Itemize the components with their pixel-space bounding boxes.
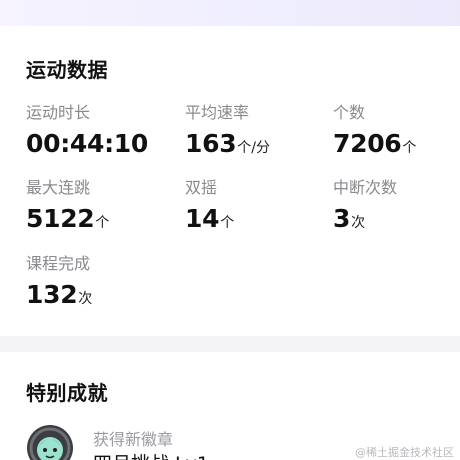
stat-label: 双摇 (185, 178, 218, 197)
stats-section-title: 运动数据 (26, 58, 108, 82)
badge-subtitle: 获得新徽章 (93, 430, 174, 449)
stat-courses-completed: 课程完成 132次 (26, 255, 92, 314)
watermark: @稀土掘金技术社区 (355, 446, 454, 459)
stat-unit: 个/分 (237, 140, 271, 156)
top-banner-strip (0, 0, 460, 26)
stat-interruptions: 中断次数 3次 (333, 179, 397, 238)
stat-max-consecutive: 最大连跳 5122个 (26, 179, 109, 238)
stat-value: 5122 (26, 204, 95, 233)
stat-label: 课程完成 (26, 254, 91, 273)
stat-label: 中断次数 (333, 178, 398, 197)
stat-value: 00:44:10 (26, 129, 148, 158)
stat-unit: 个 (220, 215, 235, 231)
stat-label: 平均速率 (185, 103, 250, 122)
stat-average-rate: 平均速率 163个/分 (185, 104, 270, 163)
stat-unit: 个 (95, 215, 110, 231)
stat-count: 个数 7206个 (333, 104, 416, 163)
badge-name[interactable]: 四月挑战 Lv1 (93, 449, 209, 460)
stat-unit: 次 (351, 215, 366, 231)
stat-value: 7206 (333, 129, 402, 158)
achievement-section-title: 特别成就 (26, 381, 108, 405)
stat-value: 163 (185, 129, 237, 158)
stat-value: 3 (333, 204, 351, 233)
stat-unit: 个 (402, 140, 417, 156)
stat-double-under: 双摇 14个 (185, 179, 234, 238)
stat-label: 运动时长 (26, 103, 91, 122)
stat-unit: 次 (78, 291, 93, 307)
stat-duration: 运动时长 00:44:10 (26, 104, 149, 163)
stat-value: 14 (185, 204, 220, 233)
stat-label: 最大连跳 (26, 178, 91, 197)
stat-value: 132 (26, 280, 78, 309)
stat-label: 个数 (333, 103, 366, 122)
